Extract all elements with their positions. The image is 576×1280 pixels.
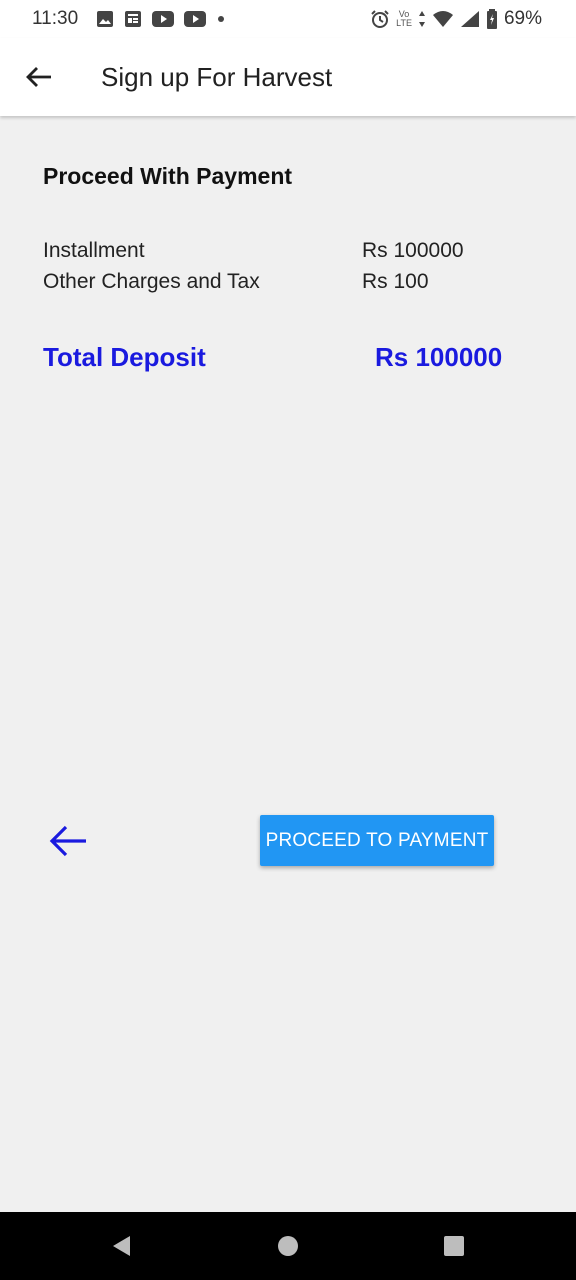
- total-deposit-value: Rs 100000: [375, 342, 503, 372]
- installment-value: Rs 100000: [362, 239, 464, 262]
- installment-label: Installment: [43, 239, 145, 262]
- image-icon: [97, 11, 113, 27]
- news-icon: [125, 11, 141, 27]
- app-bar: Sign up For Harvest: [0, 38, 576, 116]
- signal-icon: [460, 11, 479, 27]
- youtube-icon: [152, 11, 174, 27]
- wifi-icon: [432, 11, 453, 27]
- battery-percent: 69%: [503, 8, 542, 29]
- arrow-back-icon[interactable]: [47, 823, 89, 859]
- volte-icon: Vo LTE: [396, 10, 412, 28]
- alarm-icon: [371, 10, 389, 28]
- dot-icon: [218, 16, 224, 22]
- nav-back-icon[interactable]: [110, 1234, 134, 1258]
- proceed-to-payment-button[interactable]: PROCEED TO PAYMENT: [260, 815, 494, 866]
- arrow-back-icon[interactable]: [24, 62, 54, 92]
- charges-label: Other Charges and Tax: [43, 270, 260, 293]
- total-deposit-label: Total Deposit: [43, 342, 206, 372]
- notification-icons: [96, 9, 226, 29]
- charges-value: Rs 100: [362, 270, 429, 293]
- lte-label: LTE: [396, 18, 412, 28]
- status-time: 11:30: [32, 8, 79, 29]
- battery-icon: [486, 9, 497, 29]
- navigation-bar: [0, 1212, 576, 1280]
- page-title: Sign up For Harvest: [101, 62, 333, 92]
- section-title: Proceed With Payment: [43, 163, 293, 189]
- youtube-icon: [184, 11, 206, 27]
- nav-home-icon[interactable]: [276, 1234, 300, 1258]
- data-arrows-icon: [418, 11, 425, 27]
- nav-recents-icon[interactable]: [442, 1234, 466, 1258]
- status-bar: 11:30 Vo LTE 69%: [0, 0, 576, 38]
- system-icons: Vo LTE 69%: [370, 8, 542, 30]
